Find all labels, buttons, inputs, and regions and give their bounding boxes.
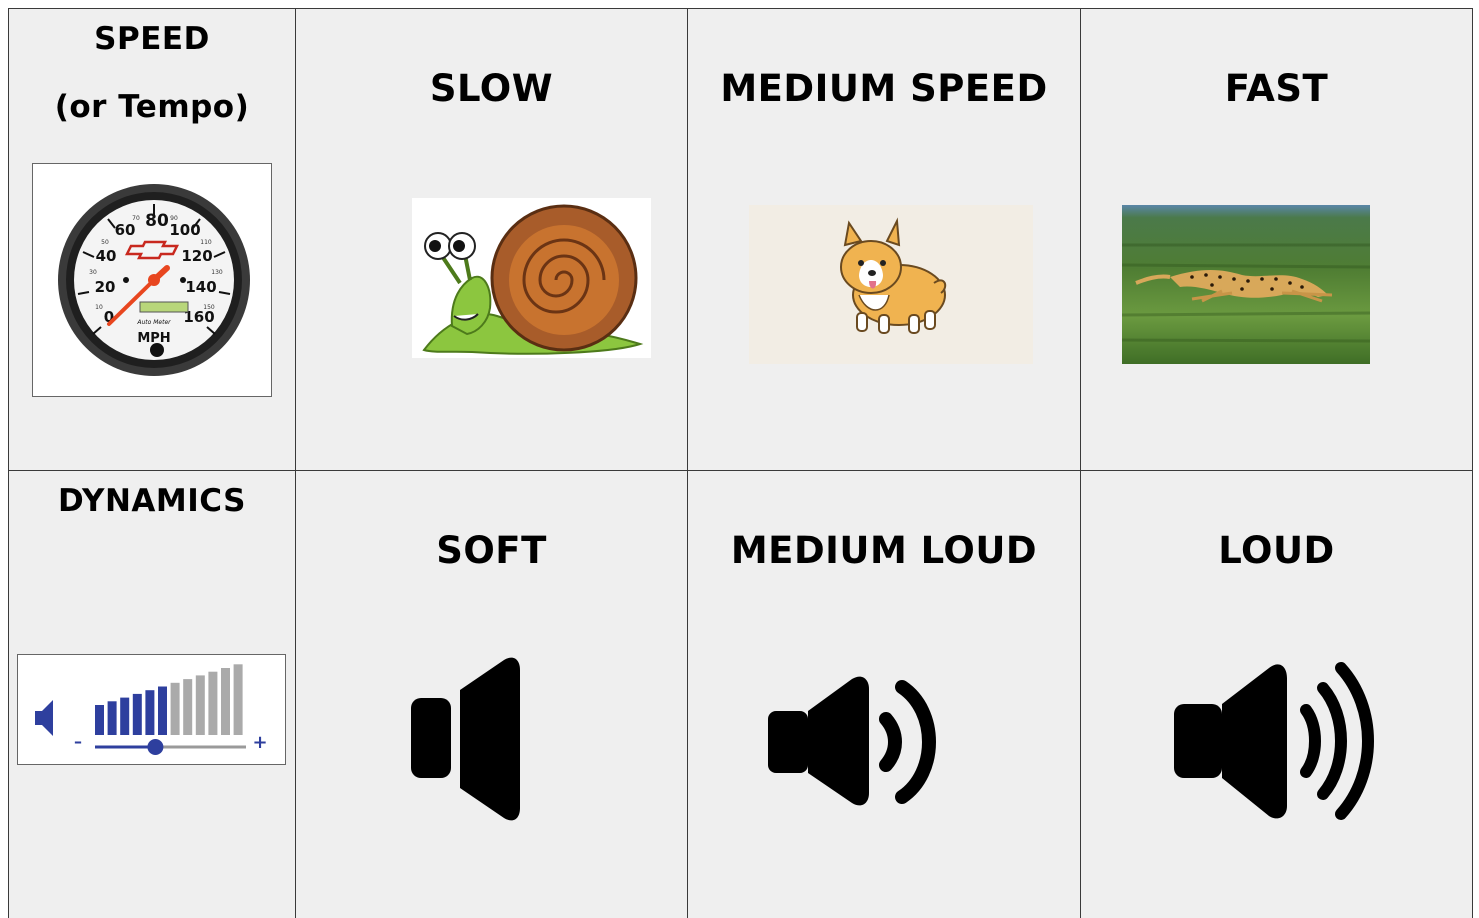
speedometer-icon: 0 20 40 60 80 100 120 140 160 10 30 50 7… xyxy=(32,163,272,397)
speedometer-tick: 120 xyxy=(181,247,212,265)
soft-column: SOFT xyxy=(296,471,687,918)
speed-title: SPEED xyxy=(94,21,210,57)
speedometer-tick: 60 xyxy=(115,221,136,239)
volume-level-bar xyxy=(208,671,218,735)
medium-loud-column: MEDIUM LOUD xyxy=(688,471,1080,918)
volume-plus-label: + xyxy=(252,732,267,753)
volume-level-bar xyxy=(183,679,193,735)
speaker-medium-icon xyxy=(766,671,956,811)
loud-label: LOUD xyxy=(1218,529,1335,572)
soft-label: SOFT xyxy=(436,529,547,572)
loud-column: LOUD xyxy=(1081,471,1472,918)
speedometer-tick: 100 xyxy=(169,221,200,239)
slow-column: SLOW xyxy=(296,9,687,470)
speedometer-minor-tick: 150 xyxy=(203,304,215,311)
volume-level-bar xyxy=(132,693,142,735)
volume-level-bar xyxy=(195,675,205,735)
volume-level-bar xyxy=(145,690,155,735)
speedometer-tick: 140 xyxy=(185,278,216,296)
medium-speed-column: MEDIUM SPEED xyxy=(688,9,1080,470)
volume-level-bar xyxy=(233,664,243,735)
speedometer-tick: 20 xyxy=(95,278,116,296)
table-border-right xyxy=(1472,8,1473,918)
volume-slider-icon: – + xyxy=(17,654,286,765)
slow-label: SLOW xyxy=(429,67,554,110)
speedometer-minor-tick: 70 xyxy=(132,215,140,222)
speedometer-minor-tick: 110 xyxy=(200,239,212,246)
speedometer-minor-tick: 130 xyxy=(211,269,223,276)
volume-level-bar xyxy=(107,701,117,735)
volume-level-bar xyxy=(221,668,230,735)
dynamics-title: DYNAMICS xyxy=(58,483,246,519)
speaker-soft-icon xyxy=(408,656,528,826)
speedometer-tick: 40 xyxy=(96,247,117,265)
volume-level-bar xyxy=(170,682,180,735)
speed-header: SPEED (or Tempo) 0 20 40 60 80 100 120 1… xyxy=(9,9,295,470)
speaker-loud-icon xyxy=(1171,656,1386,826)
fast-column: FAST xyxy=(1081,9,1472,470)
fast-label: FAST xyxy=(1224,67,1329,110)
snail-icon xyxy=(412,198,651,358)
cheetah-icon xyxy=(1122,205,1370,364)
volume-level-bar xyxy=(120,697,130,735)
medium-loud-label: MEDIUM LOUD xyxy=(730,529,1038,572)
corgi-icon xyxy=(749,205,1033,364)
dynamics-header: DYNAMICS – + xyxy=(9,471,295,918)
volume-minus-label: – xyxy=(74,732,82,751)
speedometer-brand: Auto Meter xyxy=(136,319,171,326)
speedometer-minor-tick: 10 xyxy=(95,304,103,311)
speedometer-minor-tick: 90 xyxy=(170,215,178,222)
speedometer-minor-tick: 30 xyxy=(89,269,97,276)
volume-level-bar xyxy=(95,705,104,735)
speedometer-minor-tick: 50 xyxy=(101,239,109,246)
speedometer-tick: 80 xyxy=(145,211,169,231)
volume-level-bar xyxy=(158,686,167,735)
medium-speed-label: MEDIUM SPEED xyxy=(720,67,1048,110)
music-terms-table: SPEED (or Tempo) 0 20 40 60 80 100 120 1… xyxy=(0,0,1479,918)
speed-subtitle: (or Tempo) xyxy=(54,89,250,125)
